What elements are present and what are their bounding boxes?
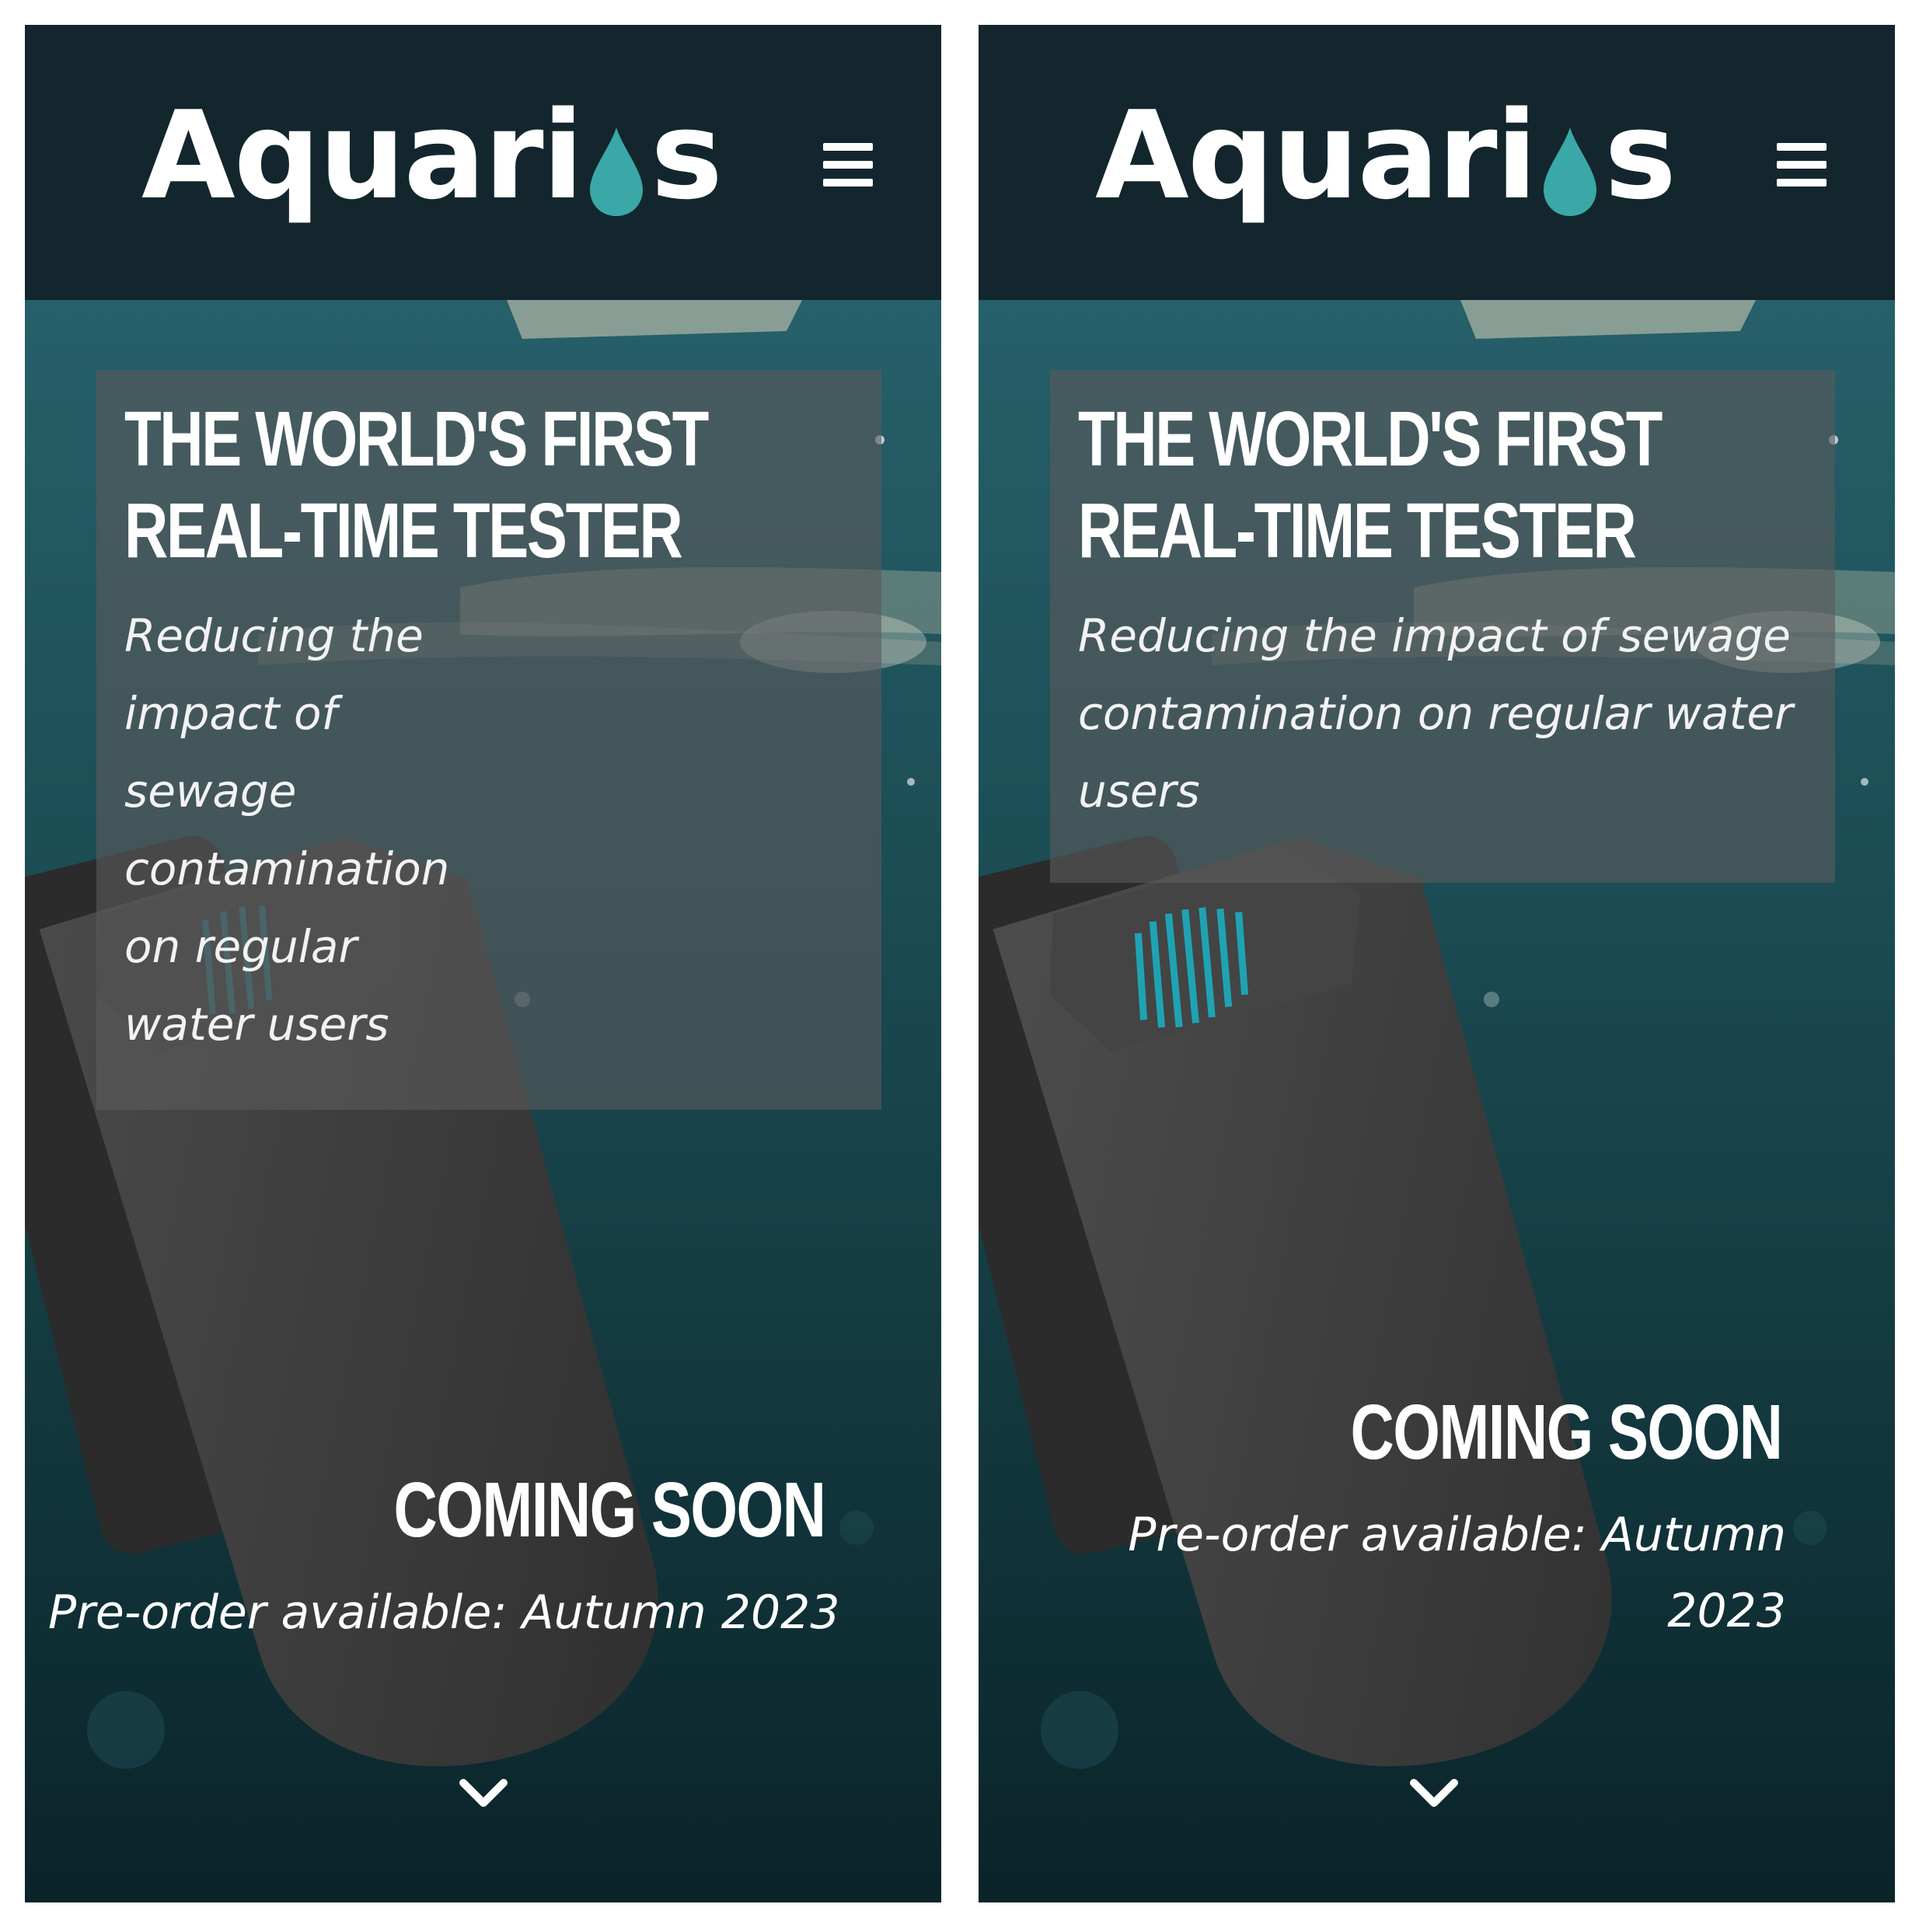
hero-section: THE WORLD'S FIRST REAL-TIME TESTER Reduc… <box>979 300 1895 1902</box>
hero-subline: Reducing the impact of sewage contaminat… <box>1078 609 1793 818</box>
coming-soon-heading: COMING SOON <box>393 1466 825 1554</box>
logo-text-end: s <box>1604 85 1676 226</box>
mobile-screen-right: Aquari s THE WORLD'S FIRST REAL-TIME TES… <box>979 25 1895 1902</box>
brand-logo[interactable]: Aquari s <box>1095 85 1676 266</box>
mobile-screen-left: Aquari s THE WORLD'S FIRST REAL-TIME TES… <box>25 25 941 1902</box>
hero-headline: THE WORLD'S FIRST REAL-TIME TESTER <box>1078 396 1663 574</box>
hero-text-panel: THE WORLD'S FIRST REAL-TIME TESTER Reduc… <box>1050 370 1835 883</box>
logo-text-start: Aquari <box>1095 85 1537 226</box>
chevron-down-icon[interactable] <box>459 1778 508 1809</box>
hero-subline: Reducing the impact of sewage contaminat… <box>124 609 450 1051</box>
hero-text-panel: THE WORLD'S FIRST REAL-TIME TESTER Reduc… <box>96 370 881 1110</box>
water-drop-icon <box>590 127 644 216</box>
preorder-text: Pre-order available: Autumn 2023 <box>48 1585 840 1640</box>
hero-section: THE WORLD'S FIRST REAL-TIME TESTER Reduc… <box>25 300 941 1902</box>
water-drop-icon <box>1544 127 1597 216</box>
screenshot-stage: Aquari s THE WORLD'S FIRST REAL-TIME TES… <box>0 0 1912 1932</box>
hamburger-menu-icon[interactable] <box>1777 143 1827 187</box>
hamburger-menu-icon[interactable] <box>823 143 873 187</box>
hero-headline: THE WORLD'S FIRST REAL-TIME TESTER <box>124 396 709 574</box>
preorder-text: Pre-order available: Autumn 2023 <box>1128 1508 1786 1638</box>
logo-text-end: s <box>651 85 723 226</box>
coming-soon-heading: COMING SOON <box>1350 1389 1782 1476</box>
chevron-down-icon[interactable] <box>1409 1778 1459 1809</box>
logo-text-start: Aquari <box>141 85 584 226</box>
site-header: Aquari s <box>979 25 1895 300</box>
site-header: Aquari s <box>25 25 941 300</box>
brand-logo[interactable]: Aquari s <box>141 85 723 266</box>
